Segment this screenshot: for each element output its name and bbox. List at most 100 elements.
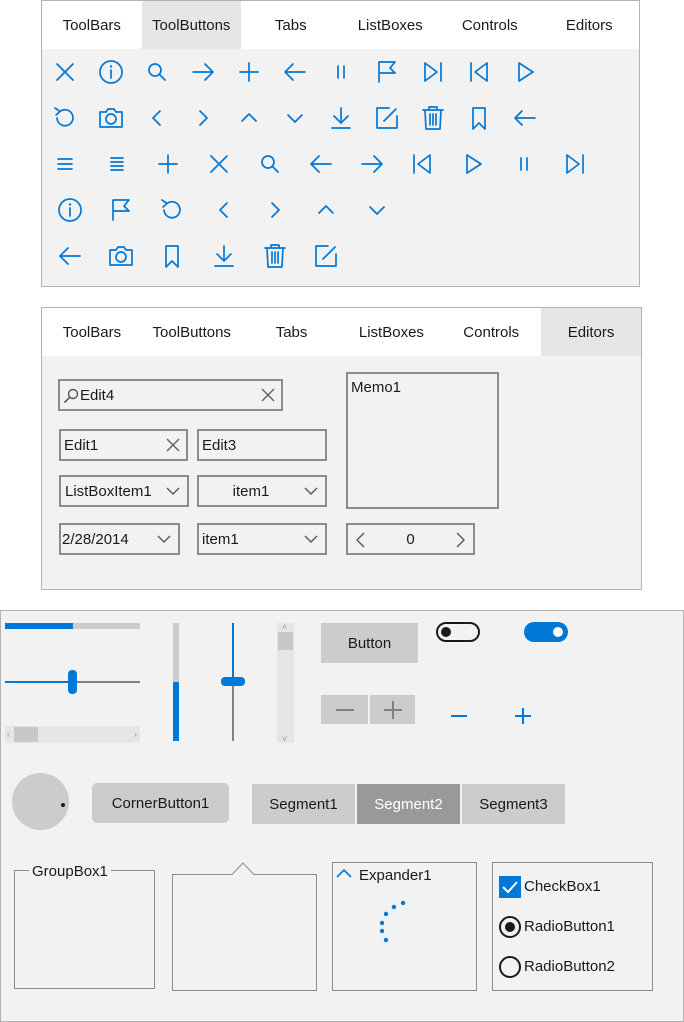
chevron-up-icon[interactable] (236, 105, 262, 131)
pause-icon[interactable] (328, 59, 354, 85)
tab-toolbars[interactable]: ToolBars (42, 308, 142, 356)
chevron-up-icon[interactable] (313, 197, 339, 223)
play-icon[interactable] (512, 59, 538, 85)
horizontal-scrollbar[interactable]: ‹ › (5, 726, 140, 743)
play-icon[interactable] (460, 151, 486, 177)
info-icon[interactable] (57, 197, 83, 223)
vertical-slider-thumb[interactable] (221, 677, 245, 686)
segment-2[interactable]: Segment2 (357, 784, 460, 824)
scroll-left-icon[interactable]: ‹ (7, 729, 10, 739)
switch-off[interactable] (436, 622, 480, 642)
radio-button-1[interactable] (499, 916, 521, 938)
edit1-field[interactable]: Edit1 (59, 429, 188, 461)
arrow-left-icon[interactable] (308, 151, 334, 177)
plus-button[interactable] (510, 703, 536, 729)
download-icon[interactable] (328, 105, 354, 131)
date-edit[interactable]: 2/28/2014 (59, 523, 180, 555)
chevron-right-icon[interactable] (262, 197, 288, 223)
scroll-right-icon[interactable]: › (134, 729, 137, 739)
plus-icon (515, 708, 531, 724)
tab-controls[interactable]: Controls (440, 1, 540, 49)
close-icon[interactable] (52, 59, 78, 85)
info-icon[interactable] (98, 59, 124, 85)
spin-decrease-icon[interactable] (354, 531, 368, 553)
chevron-down-icon (157, 535, 171, 543)
chevron-down-icon[interactable] (282, 105, 308, 131)
refresh-icon[interactable] (52, 105, 78, 131)
corner-button[interactable]: CornerButton1 (92, 783, 229, 823)
back-icon[interactable] (512, 105, 538, 131)
tab-listboxes[interactable]: ListBoxes (341, 308, 441, 356)
checkbox[interactable] (499, 876, 521, 898)
tab-toolbuttons[interactable]: ToolButtons (142, 308, 242, 356)
skip-forward-icon[interactable] (562, 151, 588, 177)
switch-on[interactable] (524, 622, 568, 642)
skip-back-icon[interactable] (466, 59, 492, 85)
search-icon[interactable] (144, 59, 170, 85)
scroll-up-icon[interactable]: ˄ (282, 622, 287, 632)
tab-toolbuttons[interactable]: ToolButtons (141, 1, 241, 49)
decrease-button[interactable] (321, 695, 368, 724)
arrow-right-icon[interactable] (190, 59, 216, 85)
memo-field[interactable]: Memo1 (346, 372, 499, 509)
chevron-left-icon[interactable] (211, 197, 237, 223)
edit-icon[interactable] (313, 243, 339, 269)
camera-icon[interactable] (108, 243, 134, 269)
scroll-thumb[interactable] (14, 727, 38, 742)
scroll-down-icon[interactable]: ˅ (282, 734, 287, 744)
plus-icon[interactable] (236, 59, 262, 85)
camera-icon[interactable] (98, 105, 124, 131)
chevron-down-icon[interactable] (364, 197, 390, 223)
bookmark-icon[interactable] (466, 105, 492, 131)
menu-icon[interactable] (52, 151, 78, 177)
listbox-combo[interactable]: ListBoxItem1 (59, 475, 189, 507)
clear-icon[interactable] (259, 386, 277, 404)
spin-increase-icon[interactable] (453, 531, 467, 553)
download-icon[interactable] (211, 243, 237, 269)
flag-icon[interactable] (108, 197, 134, 223)
tab-toolbars[interactable]: ToolBars (42, 1, 142, 49)
tab-tabs[interactable]: Tabs (242, 308, 342, 356)
skip-forward-icon[interactable] (420, 59, 446, 85)
flag-icon[interactable] (374, 59, 400, 85)
skip-back-icon[interactable] (409, 151, 435, 177)
plus-icon[interactable] (155, 151, 181, 177)
tab-controls[interactable]: Controls (441, 308, 541, 356)
chevron-left-icon[interactable] (144, 105, 170, 131)
tab-editors[interactable]: Editors (541, 308, 641, 356)
vertical-scrollbar[interactable]: ˄ ˅ (277, 622, 294, 744)
chevron-right-icon[interactable] (190, 105, 216, 131)
edit3-field[interactable]: Edit3 (197, 429, 327, 461)
trash-icon[interactable] (262, 243, 288, 269)
segment-3[interactable]: Segment3 (462, 784, 565, 824)
pause-icon[interactable] (511, 151, 537, 177)
item-combo-2[interactable]: item1 (197, 523, 327, 555)
button[interactable]: Button (321, 623, 418, 663)
radio-button-2[interactable] (499, 956, 521, 978)
scroll-thumb[interactable] (278, 632, 293, 650)
trash-icon[interactable] (420, 105, 446, 131)
tab-editors[interactable]: Editors (540, 1, 640, 49)
bookmark-icon[interactable] (159, 243, 185, 269)
close-icon[interactable] (206, 151, 232, 177)
expander-header[interactable] (335, 866, 353, 885)
arrow-right-icon[interactable] (359, 151, 385, 177)
refresh-icon[interactable] (159, 197, 185, 223)
edit-icon[interactable] (374, 105, 400, 131)
search-edit[interactable]: Edit4 (58, 379, 283, 411)
increase-button[interactable] (370, 695, 415, 724)
arc-dial[interactable] (12, 773, 69, 830)
minus-button[interactable] (446, 703, 472, 729)
slider-thumb[interactable] (68, 670, 77, 694)
tab-tabs[interactable]: Tabs (241, 1, 341, 49)
clear-icon[interactable] (164, 436, 182, 454)
arrow-left-icon[interactable] (57, 243, 83, 269)
segment-1[interactable]: Segment1 (252, 784, 355, 824)
tab-listboxes[interactable]: ListBoxes (341, 1, 441, 49)
arrow-left-icon[interactable] (282, 59, 308, 85)
item-combo[interactable]: item1 (197, 475, 327, 507)
search-icon[interactable] (257, 151, 283, 177)
details-icon[interactable] (104, 151, 130, 177)
spin-box[interactable]: 0 (346, 523, 475, 555)
chevron-up-icon (336, 868, 352, 878)
